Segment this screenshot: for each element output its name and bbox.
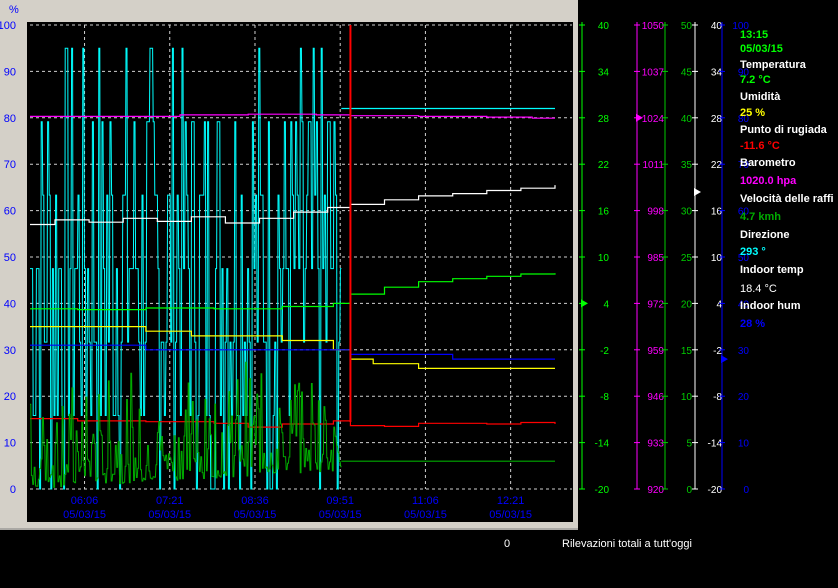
axis-label-itemp: -20 — [708, 485, 723, 496]
direzione-value: 293 ° — [740, 246, 766, 258]
left-tick-label: 60 — [4, 206, 16, 218]
umidita-value: 25 % — [740, 107, 766, 119]
indoor-hum-value: 28 % — [740, 318, 766, 330]
axis-label-temp: -20 — [595, 485, 610, 496]
left-tick-label: 80 — [4, 113, 16, 125]
vento-label: Velocità delle raffi — [740, 193, 834, 205]
weather-chart[interactable]: 0102030405060708090100% 06:0605/03/1507:… — [0, 0, 838, 588]
axis-label-baro: 1024 — [642, 114, 665, 125]
axis-label-baro: 1011 — [642, 160, 664, 171]
left-tick-label: 40 — [4, 298, 16, 310]
left-tick-label: 20 — [4, 391, 16, 403]
axis-label-baro: 1050 — [642, 21, 665, 32]
axis-label-itemp: 22 — [711, 160, 723, 171]
footer-label: Rilevazioni totali a tutt'oggi — [562, 538, 692, 550]
axis-label-baro: 998 — [647, 207, 664, 218]
x-tick-time: 06:06 — [71, 495, 99, 507]
left-tick-label: 10 — [4, 438, 16, 450]
readout-panel: 13:15 05/03/15 Temperatura 7.2 °C Umidit… — [740, 0, 838, 340]
axis-label-hum: 30 — [738, 346, 750, 357]
left-tick-label: 70 — [4, 159, 16, 171]
axis-label-wind: 40 — [681, 114, 693, 125]
axis-label-temp: -2 — [600, 346, 609, 357]
axis-label-wind: 5 — [686, 439, 692, 450]
axis-label-itemp: 40 — [711, 21, 723, 32]
x-tick-time: 09:51 — [326, 495, 354, 507]
axis-label-temp: 16 — [598, 207, 610, 218]
readout-date: 05/03/15 — [740, 43, 783, 55]
x-tick-time: 11:06 — [412, 495, 439, 507]
left-tick-label: 100 — [0, 20, 16, 32]
left-tick-label: 50 — [4, 252, 16, 264]
axis-label-wind: 25 — [681, 253, 693, 264]
axis-label-wind: 15 — [681, 346, 693, 357]
axis-label-baro: 946 — [647, 392, 664, 403]
axis-label-wind: 10 — [681, 392, 693, 403]
axis-label-baro: 972 — [647, 299, 664, 310]
axis-label-baro: 985 — [647, 253, 664, 264]
barometro-value: 1020.0 hpa — [740, 175, 797, 187]
axis-label-wind: 50 — [681, 21, 693, 32]
x-tick-time: 07:21 — [156, 495, 184, 507]
axis-label-wind: 20 — [681, 299, 693, 310]
axis-label-itemp: 16 — [711, 207, 723, 218]
x-tick-date: 05/03/15 — [63, 509, 106, 521]
current-value-marker-itemp — [694, 188, 701, 197]
left-tick-label: 90 — [4, 66, 16, 78]
axis-label-wind: 0 — [686, 485, 692, 496]
x-tick-date: 05/03/15 — [234, 509, 277, 521]
axis-label-itemp: 34 — [711, 67, 723, 78]
axis-label-baro: 1037 — [642, 67, 665, 78]
axis-label-wind: 45 — [681, 67, 693, 78]
rugiada-value: -11.6 °C — [740, 140, 780, 152]
x-tick-time: 12:21 — [497, 495, 525, 507]
left-tick-label: 0 — [10, 484, 16, 496]
axis-label-temp: 10 — [598, 253, 610, 264]
axis-label-hum: 20 — [738, 392, 750, 403]
axis-label-hum: 10 — [738, 439, 750, 450]
axis-label-hum: 0 — [743, 485, 749, 496]
x-tick-time: 08:36 — [241, 495, 269, 507]
umidita-label: Umidità — [740, 91, 781, 103]
axis-label-baro: 933 — [647, 439, 664, 450]
readout-time: 13:15 — [740, 29, 769, 41]
x-tick-date: 05/03/15 — [489, 509, 532, 521]
axis-label-itemp: -8 — [713, 392, 722, 403]
vento-value: 4.7 kmh — [740, 211, 781, 223]
x-tick-date: 05/03/15 — [148, 509, 191, 521]
rugiada-label: Punto di rugiada — [740, 124, 827, 136]
axis-label-temp: -8 — [600, 392, 609, 403]
axis-label-itemp: -14 — [708, 439, 723, 450]
x-tick-date: 05/03/15 — [404, 509, 447, 521]
footer-count: 0 — [504, 538, 511, 550]
left-tick-label: 30 — [4, 345, 16, 357]
barometro-label: Barometro — [740, 157, 796, 169]
direzione-label: Direzione — [740, 229, 790, 241]
axis-label-temp: 28 — [598, 114, 610, 125]
current-value-marker-temp — [581, 299, 588, 308]
axis-label-wind: 35 — [681, 160, 693, 171]
axis-label-baro: 920 — [647, 485, 664, 496]
right-axes: -20 -14 -8 -2 4 10 16 22 28 34 40 920 933 946 959 972 98… — [579, 21, 749, 496]
axis-label-temp: -14 — [595, 439, 610, 450]
axis-label-wind: 30 — [681, 207, 693, 218]
indoor-hum-label: Indoor hum — [740, 300, 801, 312]
indoor-temp-value: 18.4 °C — [740, 283, 777, 295]
axis-label-temp: 22 — [598, 160, 610, 171]
axis-label-itemp: 10 — [711, 253, 723, 264]
axis-label-itemp: 28 — [711, 114, 723, 125]
axis-label-temp: 4 — [603, 299, 609, 310]
temperatura-label: Temperatura — [740, 59, 806, 71]
axis-label-temp: 34 — [598, 67, 610, 78]
current-value-marker-hum — [721, 355, 728, 364]
indoor-temp-label: Indoor temp — [740, 264, 804, 276]
x-tick-date: 05/03/15 — [319, 509, 362, 521]
axis-label-baro: 959 — [647, 346, 664, 357]
left-axis-unit: % — [9, 4, 19, 16]
temperatura-value: 7.2 °C — [740, 74, 771, 86]
axis-label-temp: 40 — [598, 21, 610, 32]
